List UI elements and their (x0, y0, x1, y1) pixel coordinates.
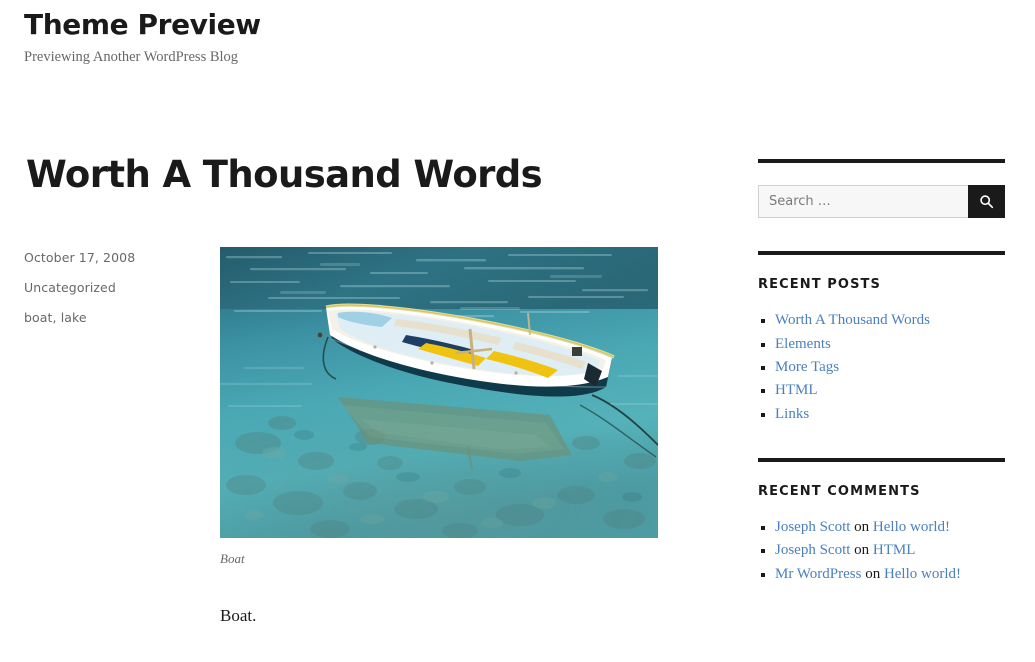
list-item: HTML (758, 380, 1005, 401)
post-article: Worth A Thousand Words October 17, 2008 … (24, 154, 724, 628)
list-item: Elements (758, 334, 1005, 355)
image-caption: Boat (220, 550, 245, 566)
site-description: Previewing Another WordPress Blog (24, 48, 239, 65)
search-icon (979, 194, 994, 209)
recent-posts-list: Worth A Thousand Words Elements More Tag… (758, 310, 1005, 424)
comment-author-link[interactable]: Joseph Scott (775, 542, 850, 558)
comment-author-link[interactable]: Mr WordPress (775, 566, 861, 582)
search-button[interactable] (968, 185, 1005, 219)
post-paragraph: Boat. (220, 606, 257, 626)
recent-post-link[interactable]: Links (775, 406, 809, 422)
comment-author-link[interactable]: Joseph Scott (775, 519, 850, 535)
list-item: Mr WordPress on Hello world! (758, 564, 1005, 585)
post-tags[interactable]: boat, lake (24, 310, 220, 326)
widget-search (758, 159, 1005, 219)
comment-separator: on (850, 542, 873, 559)
post-figure: Boat (220, 246, 724, 568)
widget-recent-comments: Recent Comments Joseph Scott on Hello wo… (758, 457, 1005, 585)
main-content: Worth A Thousand Words October 17, 2008 … (24, 154, 724, 628)
recent-post-link[interactable]: Elements (775, 336, 831, 352)
boat-photo[interactable] (220, 246, 658, 538)
site-header: Theme Preview Previewing Another WordPre… (0, 0, 1035, 66)
comment-post-link[interactable]: Hello world! (873, 519, 950, 535)
site-title[interactable]: Theme Preview (24, 8, 1035, 42)
recent-comments-list: Joseph Scott on Hello world! Joseph Scot… (758, 517, 1005, 585)
sidebar: Recent Posts Worth A Thousand Words Elem… (758, 154, 1005, 617)
comment-separator: on (861, 565, 884, 582)
post-title[interactable]: Worth A Thousand Words (26, 154, 724, 197)
widget-title-recent-posts: Recent Posts (758, 277, 881, 293)
list-item: Worth A Thousand Words (758, 310, 1005, 331)
widget-recent-posts: Recent Posts Worth A Thousand Words Elem… (758, 251, 1005, 424)
post-body: October 17, 2008 Uncategorized boat, lak… (24, 246, 724, 629)
list-item: Links (758, 404, 1005, 425)
list-item: More Tags (758, 357, 1005, 378)
widget-divider (758, 251, 1005, 256)
comment-post-link[interactable]: HTML (873, 542, 916, 558)
comment-post-link[interactable]: Hello world! (884, 566, 961, 582)
search-input[interactable] (758, 185, 968, 219)
recent-post-link[interactable]: Worth A Thousand Words (775, 312, 930, 328)
post-date[interactable]: October 17, 2008 (24, 250, 220, 266)
post-meta: October 17, 2008 Uncategorized boat, lak… (24, 247, 220, 341)
list-item: Joseph Scott on Hello world! (758, 517, 1005, 538)
recent-post-link[interactable]: More Tags (775, 359, 839, 375)
widget-title-recent-comments: Recent Comments (758, 483, 921, 499)
post-category[interactable]: Uncategorized (24, 280, 220, 296)
search-form (758, 185, 1005, 219)
widget-divider (758, 457, 1005, 462)
post-content: Boat Boat. (220, 246, 724, 629)
widget-divider (758, 159, 1005, 164)
recent-post-link[interactable]: HTML (775, 382, 818, 398)
list-item: Joseph Scott on HTML (758, 540, 1005, 561)
page-wrap: Worth A Thousand Words October 17, 2008 … (0, 66, 1035, 628)
comment-separator: on (850, 518, 873, 535)
